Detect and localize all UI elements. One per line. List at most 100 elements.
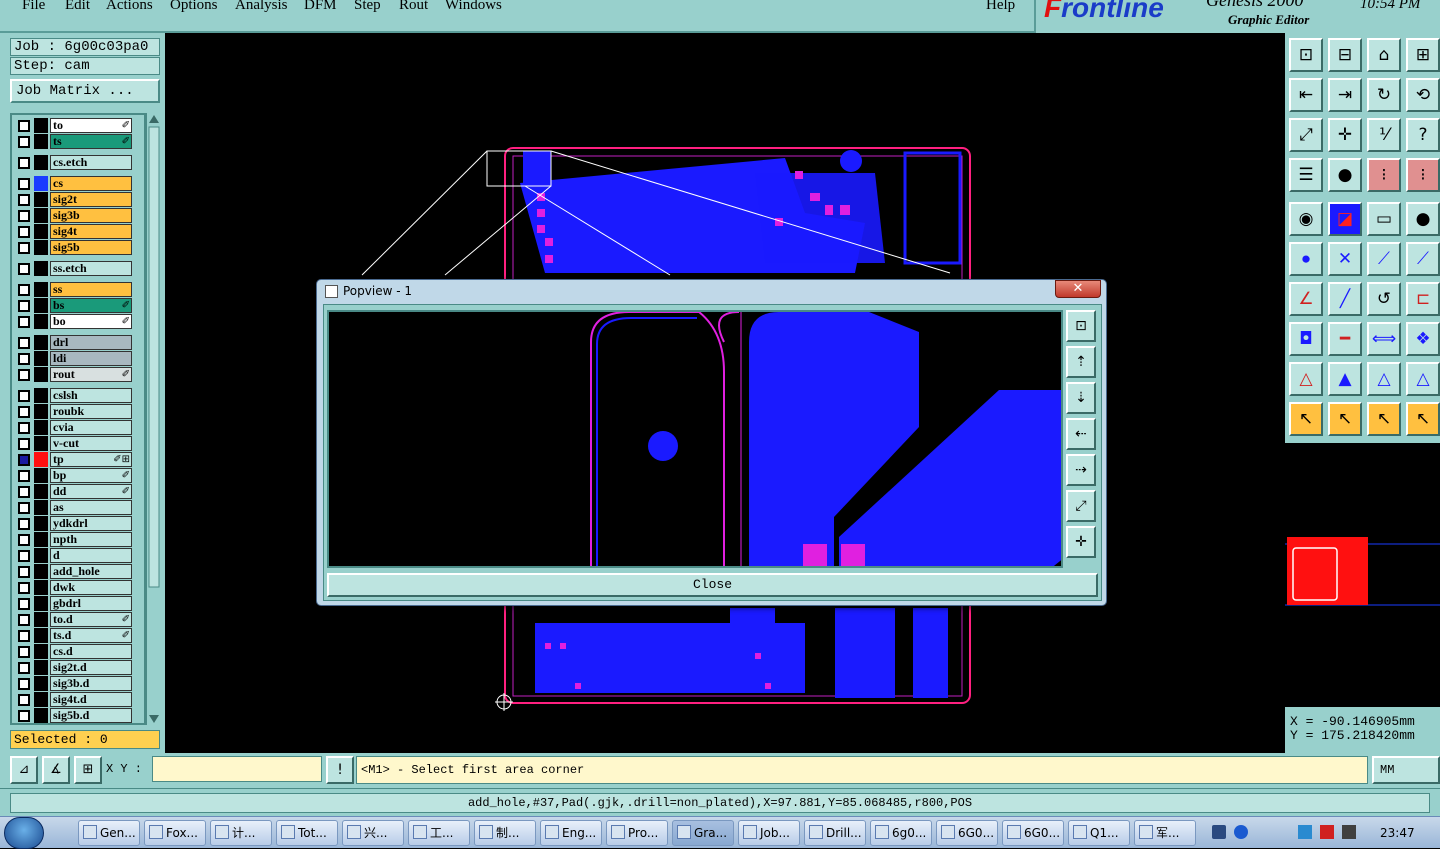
layer-checkbox[interactable] (18, 614, 30, 626)
start-button[interactable] (4, 817, 44, 849)
popview-down-icon[interactable]: ⇣ (1066, 382, 1096, 414)
angle-icon[interactable]: ∠ (1289, 282, 1323, 316)
layer-checkbox[interactable] (18, 550, 30, 562)
layer-row[interactable]: cs (16, 176, 144, 191)
layer-row[interactable]: rout ✐ (16, 367, 144, 382)
layer-color-swatch[interactable] (34, 596, 48, 611)
layer-checkbox[interactable] (18, 582, 30, 594)
layer-row[interactable]: ss.etch (16, 261, 144, 276)
job-matrix-button[interactable]: Job Matrix ... (10, 79, 160, 103)
layer-row[interactable]: sig2t (16, 192, 144, 207)
menu-file[interactable]: File (22, 0, 45, 14)
pointer3-icon[interactable]: ↖ (1367, 402, 1401, 436)
layer-color-swatch[interactable] (34, 468, 48, 483)
layer-row[interactable]: ss (16, 282, 144, 297)
browser-tray-icon[interactable] (1298, 825, 1312, 839)
taskbar-item[interactable]: Drill... (804, 820, 866, 846)
layer-checkbox[interactable] (18, 242, 30, 254)
layer-color-swatch[interactable] (34, 240, 48, 255)
layer-checkbox[interactable] (18, 438, 30, 450)
pointer4-icon[interactable]: ↖ (1406, 402, 1440, 436)
layer-color-swatch[interactable] (34, 548, 48, 563)
menu-dfm[interactable]: DFM (304, 0, 337, 14)
layer-color-swatch[interactable] (34, 532, 48, 547)
layer-row[interactable]: d (16, 548, 144, 563)
layer-checkbox[interactable] (18, 210, 30, 222)
group-icon[interactable]: ❖ (1406, 322, 1440, 356)
layer-name[interactable]: drl (50, 335, 132, 350)
layer-name[interactable]: bo (50, 314, 132, 329)
taskbar-item[interactable]: 计... (210, 820, 272, 846)
popview-zoom-icon[interactable]: ⊡ (1066, 310, 1096, 342)
layer-checkbox[interactable] (18, 316, 30, 328)
layer-name[interactable]: rout (50, 367, 132, 382)
layer-color-swatch[interactable] (34, 261, 48, 276)
window-icon[interactable]: ⊞ (1406, 38, 1440, 72)
layer-name[interactable]: sig4t.d (50, 692, 132, 707)
layer-row[interactable]: as (16, 500, 144, 515)
layer-name[interactable]: cs.d (50, 644, 132, 659)
measure-icon[interactable]: ▭ (1367, 202, 1401, 236)
pan-left-icon[interactable]: ⇤ (1289, 78, 1323, 112)
connect-icon[interactable]: ⦁ (1289, 242, 1323, 276)
pointer2-icon[interactable]: ↖ (1328, 402, 1362, 436)
layer-row[interactable]: bs ✐ (16, 298, 144, 313)
layer-name[interactable]: cslsh (50, 388, 132, 403)
layer-color-swatch[interactable] (34, 367, 48, 382)
layer-color-swatch[interactable] (34, 351, 48, 366)
dot-icon[interactable]: ● (1406, 202, 1440, 236)
layer-color-swatch[interactable] (34, 612, 48, 627)
layer-row[interactable]: sig4t.d (16, 692, 144, 707)
layers-icon[interactable]: ☰ (1289, 158, 1323, 192)
layer-color-swatch[interactable] (34, 282, 48, 297)
popview-close-icon[interactable]: ✕ (1055, 280, 1101, 298)
layer-color-swatch[interactable] (34, 452, 48, 467)
taskbar-item[interactable]: Tot... (276, 820, 338, 846)
help-icon[interactable]: ? (1406, 118, 1440, 152)
slash-icon[interactable]: ╱ (1328, 282, 1362, 316)
resize-icon[interactable]: ⟺ (1367, 322, 1401, 356)
layer-row[interactable]: dd ✐ (16, 484, 144, 499)
layer-row[interactable]: ts ✐ (16, 134, 144, 149)
layer-row[interactable]: ts.d ✐ (16, 628, 144, 643)
layer-checkbox[interactable] (18, 630, 30, 642)
layer-name[interactable]: cvia (50, 420, 132, 435)
layer-row[interactable]: cvia (16, 420, 144, 435)
taskbar-item[interactable]: Fox... (144, 820, 206, 846)
tri2-icon[interactable]: ▲ (1328, 362, 1362, 396)
layer-row[interactable]: bo ✐ (16, 314, 144, 329)
taskbar-item[interactable]: Q1... (1068, 820, 1130, 846)
layer-row[interactable]: bp ✐ (16, 468, 144, 483)
menu-step[interactable]: Step (354, 0, 381, 14)
taskbar-item[interactable]: 6g0... (870, 820, 932, 846)
layer-row[interactable]: gbdrl (16, 596, 144, 611)
layer-name[interactable]: dwk (50, 580, 132, 595)
layer-checkbox[interactable] (18, 284, 30, 296)
layer-row[interactable]: cslsh (16, 388, 144, 403)
layer-checkbox[interactable] (18, 300, 30, 312)
menu-rout[interactable]: Rout (399, 0, 428, 14)
net2-icon[interactable]: ⁝ (1406, 158, 1440, 192)
layer-row[interactable]: to ✐ (16, 118, 144, 133)
popview-fit-icon[interactable]: ⤢ (1066, 490, 1096, 522)
taskbar-item[interactable]: 6G0... (936, 820, 998, 846)
layer-row[interactable]: ldi (16, 351, 144, 366)
menu-analysis[interactable]: Analysis (235, 0, 288, 14)
layer-color-swatch[interactable] (34, 436, 48, 451)
popview-right-icon[interactable]: ⇢ (1066, 454, 1096, 486)
layer-checkbox[interactable] (18, 157, 30, 169)
layer-color-swatch[interactable] (34, 118, 48, 133)
save-icon[interactable]: ⊟ (1328, 38, 1362, 72)
cross-icon[interactable]: ✕ (1328, 242, 1362, 276)
layer-row[interactable]: roubk (16, 404, 144, 419)
layer-checkbox[interactable] (18, 390, 30, 402)
layer-row[interactable]: sig3b (16, 208, 144, 223)
layer-row[interactable]: tp ✐⊞ (16, 452, 144, 467)
snap-icon[interactable]: ⟲ (1406, 78, 1440, 112)
taskbar-item[interactable]: Pro... (606, 820, 668, 846)
layer-checkbox[interactable] (18, 470, 30, 482)
layer-name[interactable]: sig3b.d (50, 676, 132, 691)
layer-name[interactable]: bp (50, 468, 132, 483)
layer-checkbox[interactable] (18, 710, 30, 722)
zoom-center-icon[interactable]: ✛ (1328, 118, 1362, 152)
